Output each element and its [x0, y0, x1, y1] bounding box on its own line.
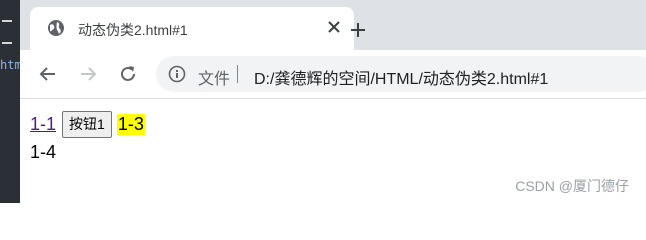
close-icon[interactable] — [324, 17, 344, 37]
content-line-1: 1-1 按钮1 1-3 — [30, 110, 145, 138]
address-bar[interactable]: 文件 D:/龚德辉的空间/HTML/动态伪类2.html#1 — [156, 56, 646, 92]
url-text[interactable]: D:/龚德辉的空间/HTML/动态伪类2.html#1 — [254, 65, 548, 89]
browser-window: 动态伪类2.html#1 文件 D:/龚德辉的空间/HTML/动态伪类2.htm… — [20, 0, 646, 203]
link-1-1[interactable]: 1-1 — [30, 114, 56, 135]
editor-text-stub: htm — [0, 58, 20, 72]
watermark: CSDN @厦门德仔 — [515, 178, 629, 194]
globe-icon — [47, 19, 65, 37]
editor-line-mark — [2, 42, 12, 44]
screen: htm 动态伪类2.html#1 文件 D:/龚德辉的空间/HTML/动态伪类2… — [0, 0, 646, 203]
arrow-right-icon[interactable] — [76, 62, 100, 86]
address-divider — [237, 65, 238, 83]
tab-strip: 动态伪类2.html#1 — [20, 0, 646, 50]
reload-icon[interactable] — [116, 62, 140, 86]
security-label: 文件 — [198, 71, 231, 88]
page-content: 1-1 按钮1 1-3 1-4 CSDN @厦门德仔 — [20, 99, 646, 203]
text-1-4: 1-4 — [30, 142, 57, 162]
editor-line-mark — [2, 20, 12, 22]
plus-icon[interactable] — [346, 18, 370, 42]
tab-title: 动态伪类2.html#1 — [78, 22, 188, 38]
arrow-left-icon[interactable] — [36, 62, 60, 86]
info-icon[interactable] — [168, 65, 186, 83]
button-1[interactable]: 按钮1 — [62, 110, 112, 138]
editor-side-strip: htm — [0, 0, 20, 203]
highlight-text-1-3: 1-3 — [116, 113, 145, 135]
toolbar: 文件 D:/龚德辉的空间/HTML/动态伪类2.html#1 — [20, 50, 646, 99]
tab-active[interactable]: 动态伪类2.html#1 — [30, 7, 354, 50]
